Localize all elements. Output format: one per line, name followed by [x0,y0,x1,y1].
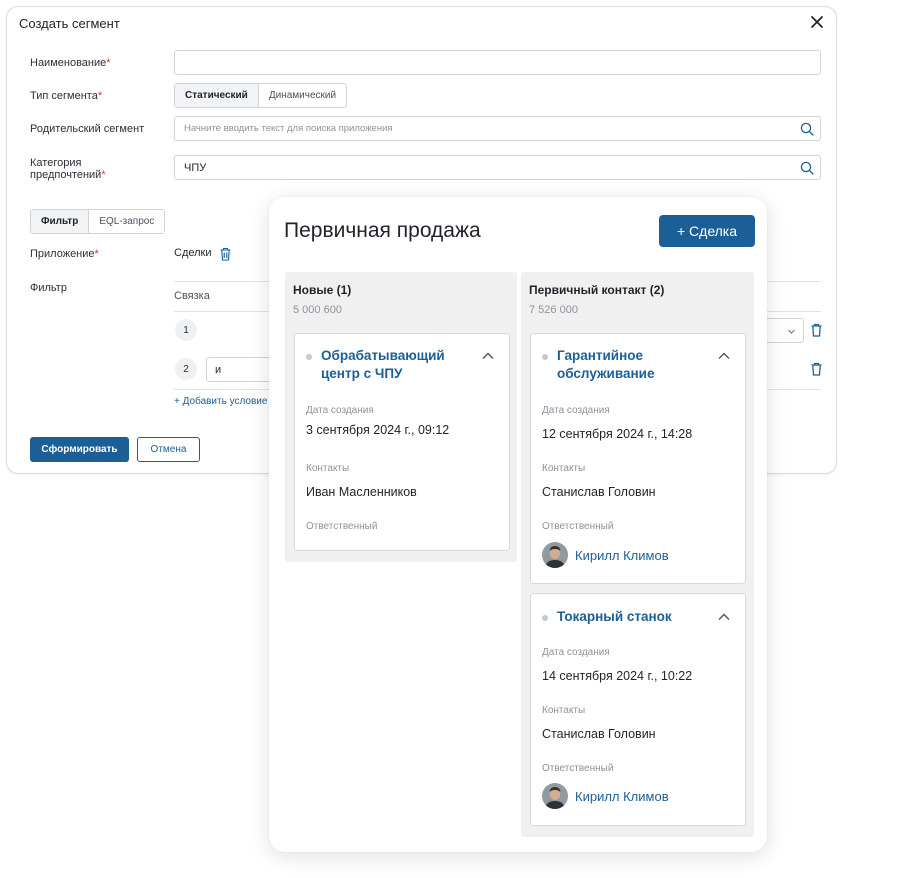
owner-label: Ответственный [542,763,614,774]
column-title: Первичный контакт (2) [529,283,665,297]
chevron-down-icon [788,329,795,334]
chevron-up-icon[interactable] [717,610,731,624]
deal-name[interactable]: Токарный станок [557,608,707,626]
owner-name: Кирилл Климов [575,547,669,563]
deal-name[interactable]: Обрабатывающий центр с ЧПУ [321,347,471,383]
owner-label: Ответственный [542,521,614,532]
contacts-value: Станислав Головин [542,727,656,741]
created-value: 12 сентября 2024 г., 14:28 [542,427,693,441]
category-input[interactable]: ЧПУ [174,155,821,180]
status-dot [542,615,548,621]
parent-segment-label: Родительский сегмент [30,123,145,135]
contacts-label: Контакты [542,463,586,474]
status-dot [542,354,548,360]
status-dot [306,354,312,360]
kanban-board: Первичная продажа + Сделка Новые (1) 5 0… [269,197,767,852]
kanban-column-primary-contact: Первичный контакт (2) 7 526 000 Гарантий… [521,272,754,837]
trash-icon[interactable] [219,247,232,261]
chevron-up-icon[interactable] [717,349,731,363]
avatar [542,542,568,568]
created-label: Дата создания [542,647,610,658]
condition-number: 1 [175,319,197,341]
kanban-column-new: Новые (1) 5 000 600 Обрабатывающий центр… [285,272,517,562]
search-icon[interactable] [799,121,815,137]
name-input[interactable] [174,50,821,75]
column-title: Новые (1) [293,283,352,297]
parent-segment-input[interactable]: Начните вводить текст для поиска приложе… [174,116,821,141]
category-label: Категория предпочтений* [30,157,106,181]
search-icon[interactable] [799,160,815,176]
column-sum: 7 526 000 [529,304,578,316]
condition-select[interactable] [762,318,804,343]
created-value: 14 сентября 2024 г., 10:22 [542,669,693,683]
add-condition-link[interactable]: + Добавить условие [174,396,267,407]
application-value: Сделки [174,247,212,259]
contacts-value: Станислав Головин [542,485,656,499]
category-value: ЧПУ [184,161,207,174]
chevron-up-icon[interactable] [481,349,495,363]
name-label: Наименование* [30,57,111,69]
trash-icon[interactable] [810,323,823,337]
tab-filter[interactable]: Фильтр [31,210,89,233]
parent-segment-placeholder: Начните вводить текст для поиска приложе… [184,123,393,134]
avatar [542,783,568,809]
link-header: Связка [174,290,210,302]
dialog-title: Создать сегмент [19,16,120,31]
application-label: Приложение* [30,248,99,260]
close-icon [811,16,823,28]
segment-type-label: Тип сегмента* [30,90,103,102]
segment-type-dynamic[interactable]: Динамический [257,84,347,107]
owner-label: Ответственный [306,521,378,532]
cancel-button[interactable]: Отмена [137,437,200,462]
trash-icon[interactable] [810,362,823,376]
operator-select[interactable]: и [206,357,276,382]
owner-person[interactable]: Кирилл Климов [542,542,669,568]
owner-person[interactable]: Кирилл Климов [542,783,669,809]
contacts-label: Контакты [542,705,586,716]
owner-name: Кирилл Климов [575,788,669,804]
add-deal-button[interactable]: + Сделка [659,215,755,247]
created-value: 3 сентября 2024 г., 09:12 [306,423,450,437]
deal-card[interactable]: Гарантийное обслуживание Дата создания 1… [530,333,746,584]
submit-button[interactable]: Сформировать [30,437,129,462]
segment-type-toggle: Статический Динамический [174,83,348,108]
filter-tabs: Фильтр EQL-запрос [30,209,166,234]
deal-card[interactable]: Токарный станок Дата создания 14 сентябр… [530,593,746,826]
contacts-value: Иван Масленников [306,485,417,499]
close-button[interactable] [806,11,828,33]
created-label: Дата создания [306,405,374,416]
segment-type-static[interactable]: Статический [175,84,258,107]
deal-name[interactable]: Гарантийное обслуживание [557,347,707,383]
column-sum: 5 000 600 [293,304,342,316]
tab-eql-query[interactable]: EQL-запрос [88,210,165,233]
filter-label: Фильтр [30,282,67,294]
condition-number: 2 [175,358,197,380]
deal-card[interactable]: Обрабатывающий центр с ЧПУ Дата создания… [294,333,510,551]
contacts-label: Контакты [306,463,350,474]
board-title: Первичная продажа [284,219,481,242]
created-label: Дата создания [542,405,610,416]
